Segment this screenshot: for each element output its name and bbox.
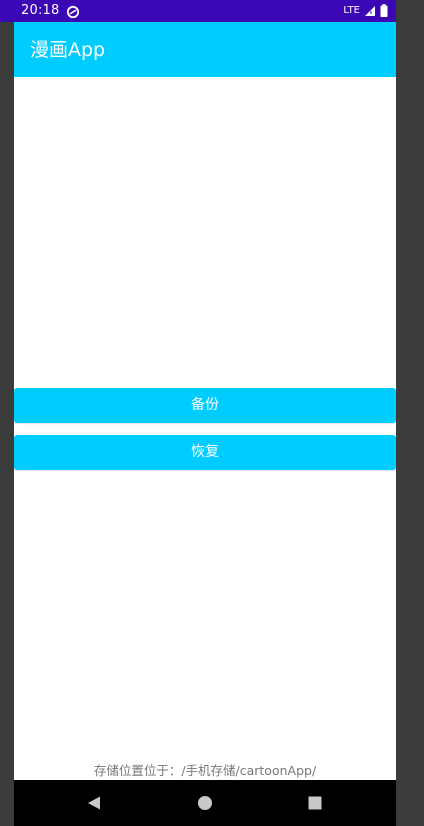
signal-icon: [364, 2, 376, 21]
home-circle-icon[interactable]: [197, 795, 213, 811]
backup-button[interactable]: 备份: [14, 388, 396, 423]
app-title: 漫画App: [30, 39, 106, 61]
recents-square-icon[interactable]: [307, 795, 323, 811]
screen-frame-left: [0, 0, 14, 826]
app-bar: 漫画App: [14, 22, 396, 77]
back-triangle-icon[interactable]: [86, 795, 102, 811]
status-bar: 20:18 LTE: [0, 0, 396, 22]
navigation-bar: [14, 780, 396, 826]
sync-icon: [66, 4, 80, 19]
screen-frame-right: [396, 0, 424, 826]
network-type: LTE: [343, 5, 360, 16]
battery-icon: [380, 2, 388, 21]
status-time: 20:18: [21, 3, 60, 18]
storage-location-note: 存储位置位于：/手机存储/cartoonApp/: [93, 763, 317, 778]
status-indicators: LTE: [343, 3, 388, 19]
restore-button[interactable]: 恢复: [14, 435, 396, 470]
